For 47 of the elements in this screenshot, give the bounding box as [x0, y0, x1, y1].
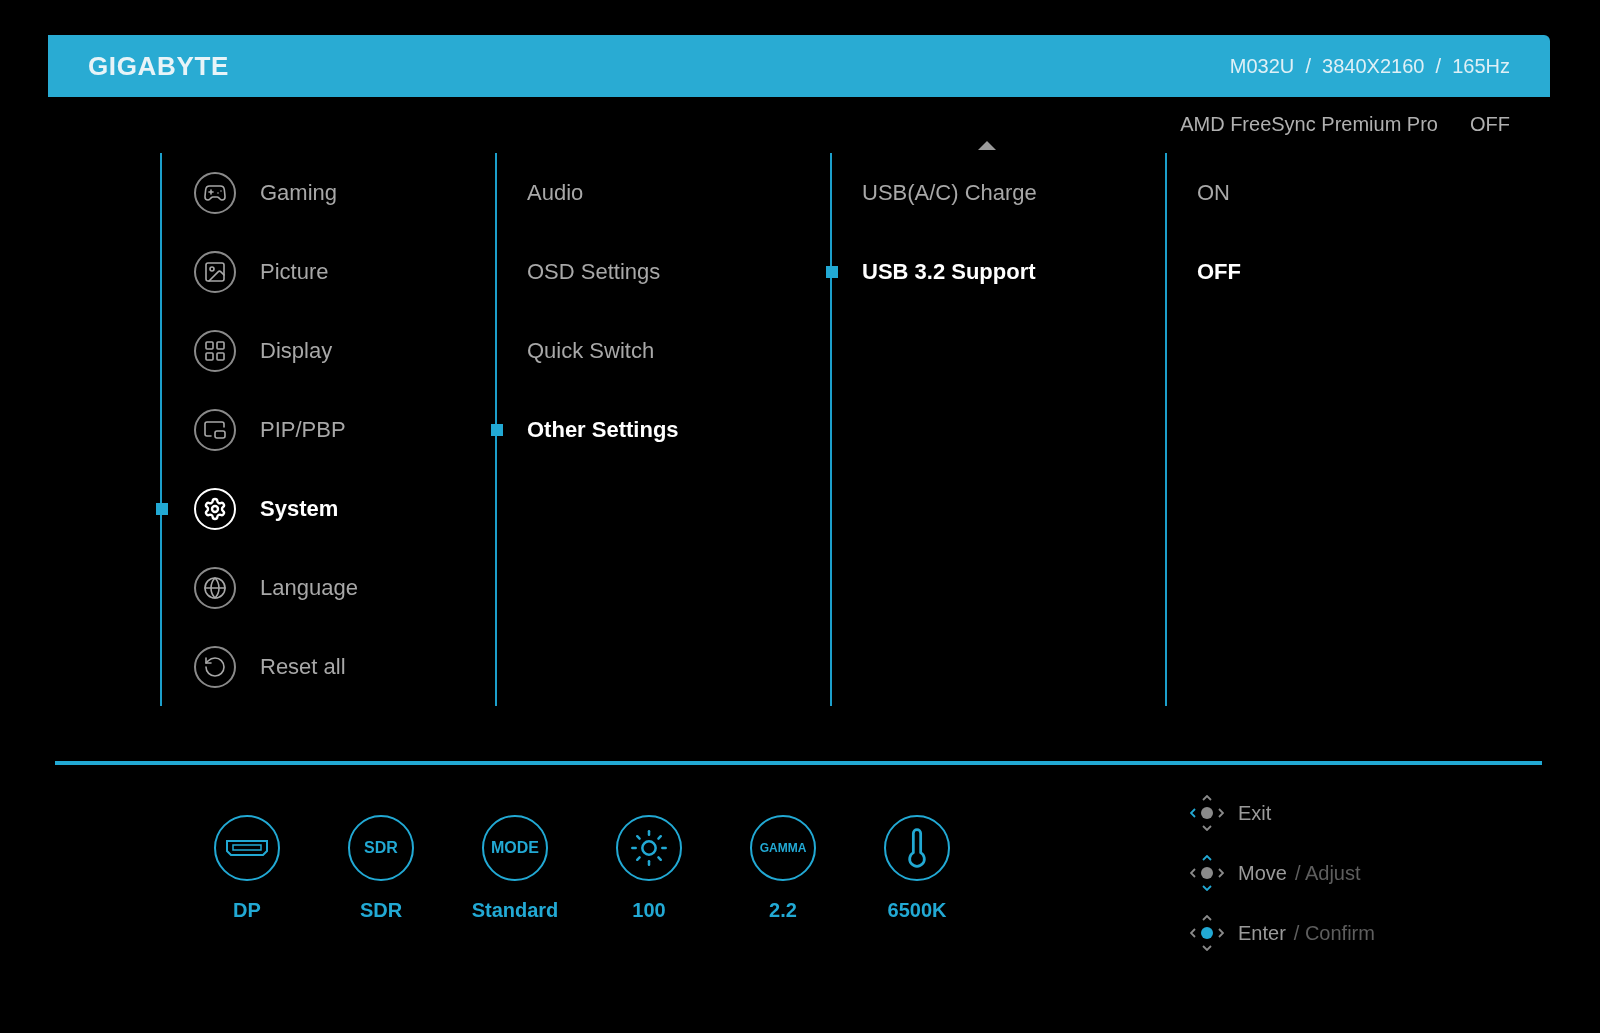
menu-item[interactable]: Picture: [260, 255, 329, 288]
status-value: Standard: [471, 898, 559, 923]
monitor-info: M032U / 3840X2160 / 165Hz: [1229, 54, 1510, 79]
status-value: 100: [632, 898, 666, 923]
menu-item[interactable]: Gaming: [260, 176, 338, 209]
port-status-icon: [214, 815, 280, 881]
hint-label: Enter: [1238, 921, 1286, 946]
status-value: SDR: [359, 898, 403, 923]
brand-logo: GIGABYTE: [88, 49, 229, 83]
status-value: 2.2: [769, 898, 797, 923]
direction-pad-icon: [1190, 795, 1224, 831]
globe-icon: [194, 566, 236, 609]
status-value: 6500K: [887, 898, 947, 923]
option-value: ON: [1197, 179, 1230, 207]
reset-icon: [194, 645, 236, 688]
submenu-item[interactable]: Other Settings: [527, 413, 679, 446]
hint-label: Exit: [1238, 801, 1272, 826]
submenu-item[interactable]: Audio: [527, 176, 584, 209]
status-badge: SDR: [348, 815, 414, 881]
gamepad-icon: [194, 171, 236, 214]
thermometer-icon: [884, 815, 950, 881]
option-item[interactable]: USB 3.2 Support: [862, 255, 1036, 288]
submenu-item[interactable]: Quick Switch: [527, 334, 655, 367]
picture-icon: [194, 250, 236, 293]
picture-in-picture-icon: [194, 408, 236, 451]
freesync-label: AMD FreeSync Premium Pro: [1180, 112, 1438, 137]
option-item[interactable]: USB(A/C) Charge: [862, 176, 1037, 209]
hint-secondary-label: / Adjust: [1294, 861, 1361, 886]
option-value: OFF: [1197, 258, 1241, 286]
status-badge: GAMMA: [750, 815, 816, 881]
status-value: DP: [233, 898, 261, 923]
direction-pad-icon: [1190, 915, 1224, 951]
brightness-icon: [616, 815, 682, 881]
hint-label: Move: [1238, 861, 1287, 886]
grid-icon: [194, 329, 236, 372]
menu-item[interactable]: System: [260, 492, 339, 525]
direction-pad-icon: [1190, 855, 1224, 891]
menu-item[interactable]: PIP/PBP: [260, 413, 346, 446]
hint-secondary-label: / Confirm: [1293, 921, 1375, 946]
menu-item[interactable]: Language: [260, 571, 358, 604]
settings-icon: [194, 487, 236, 530]
menu-item[interactable]: Display: [260, 334, 333, 367]
status-badge: MODE: [482, 815, 548, 881]
submenu-item[interactable]: OSD Settings: [527, 255, 661, 288]
menu-item[interactable]: Reset all: [260, 650, 346, 683]
freesync-value: OFF: [1470, 112, 1510, 137]
scroll-up-icon: [978, 140, 996, 150]
